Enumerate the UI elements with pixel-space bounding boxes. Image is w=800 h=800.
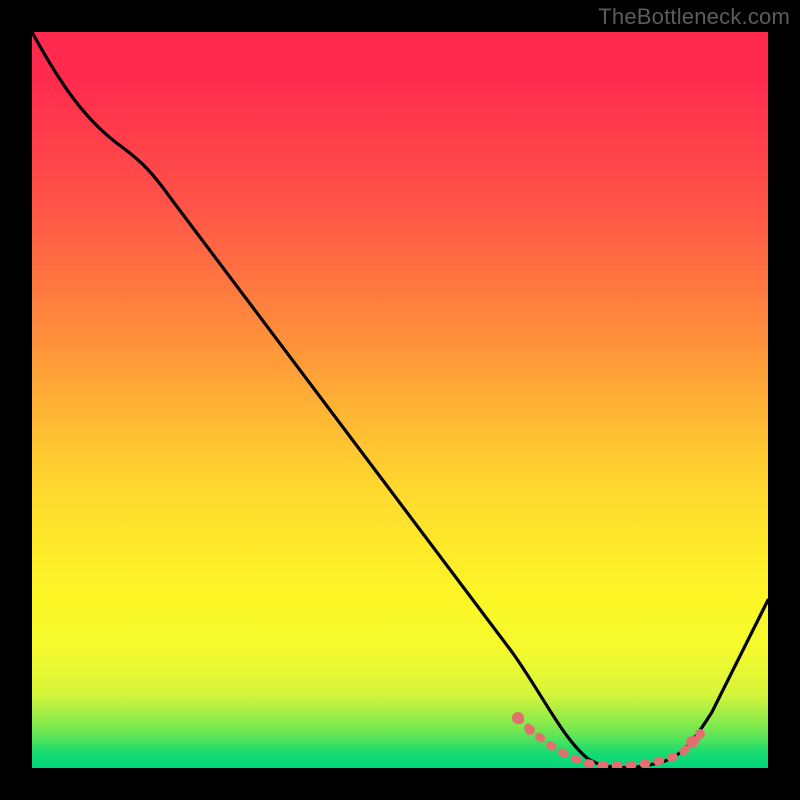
optimal-region — [512, 712, 705, 766]
chart-frame: TheBottleneck.com — [0, 0, 800, 800]
watermark-label: TheBottleneck.com — [598, 4, 790, 30]
curve-layer — [32, 32, 768, 768]
bottleneck-curve — [32, 32, 768, 768]
plot-area — [32, 32, 768, 768]
